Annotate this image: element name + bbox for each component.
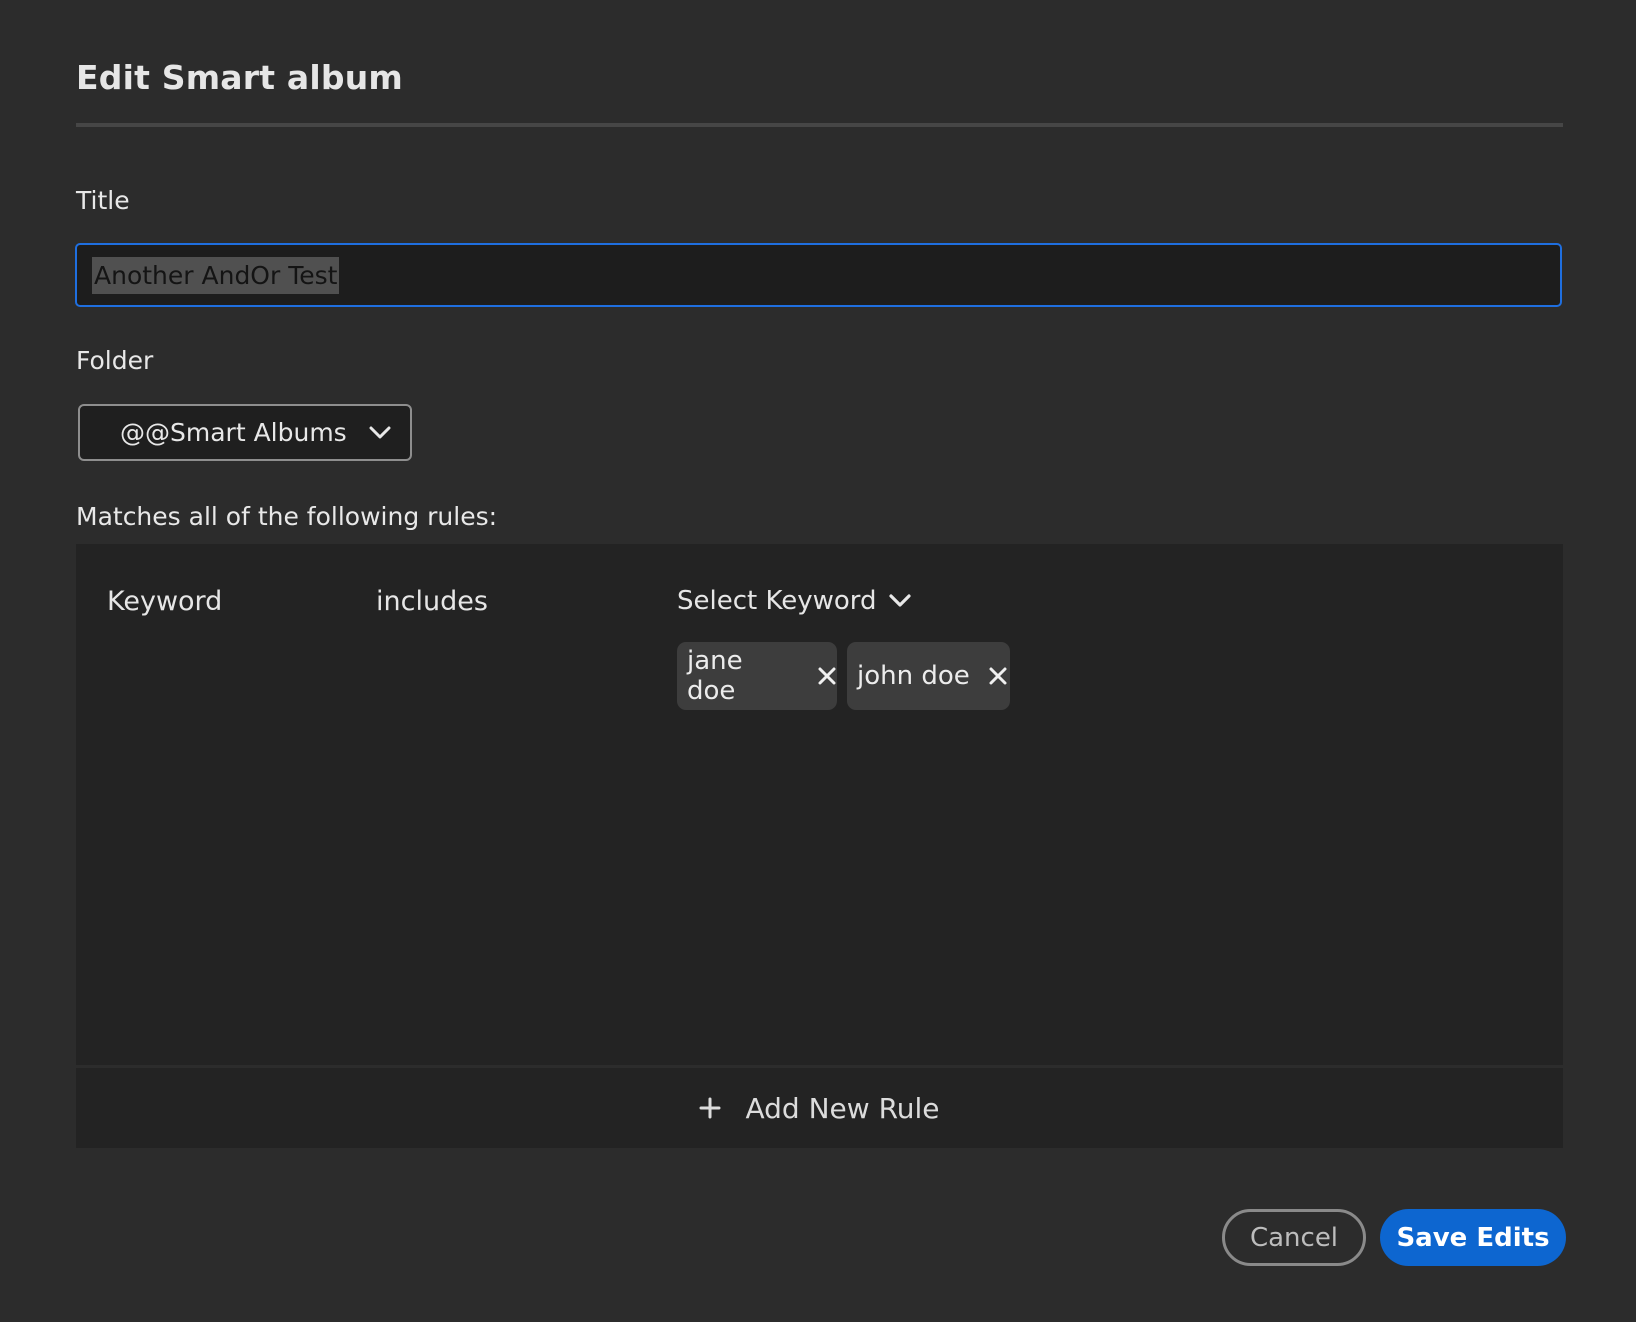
add-new-rule-label: Add New Rule (745, 1091, 940, 1125)
title-label: Title (76, 186, 130, 215)
folder-dropdown-value: @@Smart Albums (120, 418, 347, 447)
keyword-tag-label: jane doe (687, 646, 743, 706)
rules-heading: Matches all of the following rules: (76, 502, 498, 531)
keyword-tag: jane doe (677, 642, 837, 710)
edit-smart-album-dialog: Edit Smart album Title Another AndOr Tes… (0, 0, 1636, 1322)
select-keyword-label: Select Keyword (677, 586, 877, 616)
title-input[interactable]: Another AndOr Test (75, 243, 1562, 307)
close-icon[interactable] (988, 666, 1008, 686)
rule-operator[interactable]: includes (376, 586, 488, 617)
dialog-title: Edit Smart album (76, 58, 403, 97)
keyword-tag: john doe (847, 642, 1010, 710)
rules-panel: Keyword includes Select Keyword jane doe… (76, 544, 1563, 1065)
title-input-value: Another AndOr Test (92, 256, 340, 294)
folder-dropdown[interactable]: @@Smart Albums (78, 404, 412, 461)
close-icon[interactable] (817, 666, 837, 686)
chevron-down-icon (369, 422, 391, 444)
add-new-rule-button[interactable]: Add New Rule (76, 1068, 1563, 1148)
rule-field[interactable]: Keyword (107, 586, 222, 617)
plus-icon (699, 1097, 721, 1119)
save-edits-button[interactable]: Save Edits (1380, 1209, 1566, 1266)
keyword-tag-label: john doe (857, 661, 970, 691)
chevron-down-icon (888, 590, 911, 612)
title-divider (76, 123, 1563, 127)
folder-label: Folder (76, 346, 154, 375)
cancel-button[interactable]: Cancel (1222, 1209, 1366, 1266)
select-keyword-dropdown[interactable]: Select Keyword (677, 586, 911, 616)
